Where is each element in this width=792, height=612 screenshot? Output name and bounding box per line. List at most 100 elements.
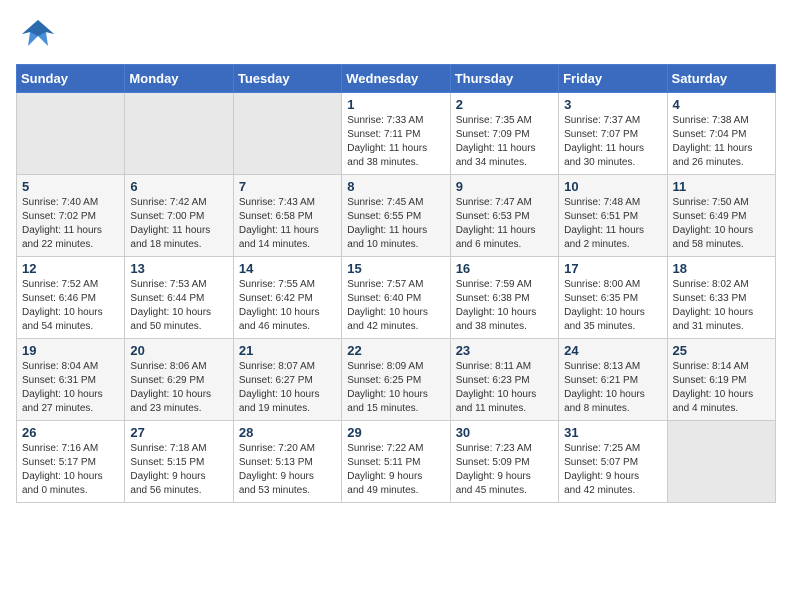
calendar-week-row: 12 Sunrise: 7:52 AM Sunset: 6:46 PM Dayli…	[17, 257, 776, 339]
day-info: Sunrise: 7:33 AM Sunset: 7:11 PM Dayligh…	[347, 114, 444, 170]
day-info: Sunrise: 7:35 AM Sunset: 7:09 PM Dayligh…	[456, 114, 553, 170]
day-info: Sunrise: 8:02 AM Sunset: 6:33 PM Dayligh…	[673, 278, 770, 334]
day-number: 26	[22, 425, 119, 440]
day-number: 29	[347, 425, 444, 440]
day-info: Sunrise: 8:11 AM Sunset: 6:23 PM Dayligh…	[456, 360, 553, 416]
calendar-cell: 26 Sunrise: 7:16 AM Sunset: 5:17 PM Dayli…	[17, 421, 125, 503]
calendar-cell: 19 Sunrise: 8:04 AM Sunset: 6:31 PM Dayli…	[17, 339, 125, 421]
day-of-week-header: Monday	[125, 65, 233, 93]
day-number: 7	[239, 179, 336, 194]
calendar-week-row: 1 Sunrise: 7:33 AM Sunset: 7:11 PM Daylig…	[17, 93, 776, 175]
calendar-cell: 3 Sunrise: 7:37 AM Sunset: 7:07 PM Daylig…	[559, 93, 667, 175]
calendar-cell: 14Sunrise: 7:55 AM Sunset: 6:42 PM Dayli…	[233, 257, 341, 339]
day-number: 12	[22, 261, 119, 276]
day-info: Sunrise: 8:09 AM Sunset: 6:25 PM Dayligh…	[347, 360, 444, 416]
calendar-cell: 1 Sunrise: 7:33 AM Sunset: 7:11 PM Daylig…	[342, 93, 450, 175]
day-of-week-header: Tuesday	[233, 65, 341, 93]
calendar-cell: 5Sunrise: 7:40 AM Sunset: 7:02 PM Daylig…	[17, 175, 125, 257]
day-number: 18	[673, 261, 770, 276]
calendar-cell: 17 Sunrise: 8:00 AM Sunset: 6:35 PM Dayli…	[559, 257, 667, 339]
day-info: Sunrise: 7:18 AM Sunset: 5:15 PM Dayligh…	[130, 442, 227, 498]
calendar-cell: 12 Sunrise: 7:52 AM Sunset: 6:46 PM Dayli…	[17, 257, 125, 339]
day-number: 15	[347, 261, 444, 276]
day-number: 10	[564, 179, 661, 194]
day-info: Sunrise: 8:06 AM Sunset: 6:29 PM Dayligh…	[130, 360, 227, 416]
calendar-cell: 9 Sunrise: 7:47 AM Sunset: 6:53 PM Daylig…	[450, 175, 558, 257]
day-of-week-header: Saturday	[667, 65, 775, 93]
calendar-cell: 29 Sunrise: 7:22 AM Sunset: 5:11 PM Dayli…	[342, 421, 450, 503]
calendar-table: SundayMondayTuesdayWednesdayThursdayFrid…	[16, 64, 776, 503]
day-info: Sunrise: 7:45 AM Sunset: 6:55 PM Dayligh…	[347, 196, 444, 252]
calendar-cell: 18 Sunrise: 8:02 AM Sunset: 6:33 PM Dayli…	[667, 257, 775, 339]
day-number: 27	[130, 425, 227, 440]
calendar-cell: 28 Sunrise: 7:20 AM Sunset: 5:13 PM Dayli…	[233, 421, 341, 503]
logo-icon	[16, 16, 60, 56]
day-info: Sunrise: 7:20 AM Sunset: 5:13 PM Dayligh…	[239, 442, 336, 498]
calendar-week-row: 26 Sunrise: 7:16 AM Sunset: 5:17 PM Dayli…	[17, 421, 776, 503]
day-info: Sunrise: 8:04 AM Sunset: 6:31 PM Dayligh…	[22, 360, 119, 416]
calendar-week-row: 5Sunrise: 7:40 AM Sunset: 7:02 PM Daylig…	[17, 175, 776, 257]
calendar-cell	[17, 93, 125, 175]
day-info: Sunrise: 8:00 AM Sunset: 6:35 PM Dayligh…	[564, 278, 661, 334]
day-number: 24	[564, 343, 661, 358]
calendar-cell: 15 Sunrise: 7:57 AM Sunset: 6:40 PM Dayli…	[342, 257, 450, 339]
page-header	[16, 16, 776, 56]
calendar-cell: 6 Sunrise: 7:42 AM Sunset: 7:00 PM Daylig…	[125, 175, 233, 257]
day-info: Sunrise: 8:13 AM Sunset: 6:21 PM Dayligh…	[564, 360, 661, 416]
day-info: Sunrise: 7:47 AM Sunset: 6:53 PM Dayligh…	[456, 196, 553, 252]
day-number: 19	[22, 343, 119, 358]
day-number: 28	[239, 425, 336, 440]
day-number: 17	[564, 261, 661, 276]
day-number: 4	[673, 97, 770, 112]
day-info: Sunrise: 8:07 AM Sunset: 6:27 PM Dayligh…	[239, 360, 336, 416]
calendar-cell: 16 Sunrise: 7:59 AM Sunset: 6:38 PM Dayli…	[450, 257, 558, 339]
day-number: 5	[22, 179, 119, 194]
day-info: Sunrise: 7:25 AM Sunset: 5:07 PM Dayligh…	[564, 442, 661, 498]
day-number: 30	[456, 425, 553, 440]
calendar-cell: 27 Sunrise: 7:18 AM Sunset: 5:15 PM Dayli…	[125, 421, 233, 503]
day-info: Sunrise: 7:52 AM Sunset: 6:46 PM Dayligh…	[22, 278, 119, 334]
day-number: 21	[239, 343, 336, 358]
day-info: Sunrise: 7:57 AM Sunset: 6:40 PM Dayligh…	[347, 278, 444, 334]
calendar-cell: 20 Sunrise: 8:06 AM Sunset: 6:29 PM Dayli…	[125, 339, 233, 421]
calendar-cell: 23 Sunrise: 8:11 AM Sunset: 6:23 PM Dayli…	[450, 339, 558, 421]
calendar-cell: 7Sunrise: 7:43 AM Sunset: 6:58 PM Daylig…	[233, 175, 341, 257]
day-info: Sunrise: 7:16 AM Sunset: 5:17 PM Dayligh…	[22, 442, 119, 498]
calendar-week-row: 19 Sunrise: 8:04 AM Sunset: 6:31 PM Dayli…	[17, 339, 776, 421]
day-of-week-header: Wednesday	[342, 65, 450, 93]
calendar-cell: 24 Sunrise: 8:13 AM Sunset: 6:21 PM Dayli…	[559, 339, 667, 421]
day-number: 16	[456, 261, 553, 276]
day-info: Sunrise: 7:38 AM Sunset: 7:04 PM Dayligh…	[673, 114, 770, 170]
day-number: 8	[347, 179, 444, 194]
day-number: 11	[673, 179, 770, 194]
day-of-week-header: Sunday	[17, 65, 125, 93]
calendar-cell: 8 Sunrise: 7:45 AM Sunset: 6:55 PM Daylig…	[342, 175, 450, 257]
day-number: 3	[564, 97, 661, 112]
day-number: 20	[130, 343, 227, 358]
calendar-cell: 4 Sunrise: 7:38 AM Sunset: 7:04 PM Daylig…	[667, 93, 775, 175]
logo	[16, 16, 64, 56]
day-number: 1	[347, 97, 444, 112]
calendar-cell: 30 Sunrise: 7:23 AM Sunset: 5:09 PM Dayli…	[450, 421, 558, 503]
calendar-cell: 2 Sunrise: 7:35 AM Sunset: 7:09 PM Daylig…	[450, 93, 558, 175]
calendar-cell: 25 Sunrise: 8:14 AM Sunset: 6:19 PM Dayli…	[667, 339, 775, 421]
day-info: Sunrise: 7:53 AM Sunset: 6:44 PM Dayligh…	[130, 278, 227, 334]
day-number: 25	[673, 343, 770, 358]
day-info: Sunrise: 7:59 AM Sunset: 6:38 PM Dayligh…	[456, 278, 553, 334]
day-info: Sunrise: 8:14 AM Sunset: 6:19 PM Dayligh…	[673, 360, 770, 416]
day-info: Sunrise: 7:42 AM Sunset: 7:00 PM Dayligh…	[130, 196, 227, 252]
day-number: 6	[130, 179, 227, 194]
day-info: Sunrise: 7:37 AM Sunset: 7:07 PM Dayligh…	[564, 114, 661, 170]
calendar-cell: 13 Sunrise: 7:53 AM Sunset: 6:44 PM Dayli…	[125, 257, 233, 339]
day-number: 23	[456, 343, 553, 358]
calendar-cell: 31Sunrise: 7:25 AM Sunset: 5:07 PM Dayli…	[559, 421, 667, 503]
day-number: 13	[130, 261, 227, 276]
day-info: Sunrise: 7:23 AM Sunset: 5:09 PM Dayligh…	[456, 442, 553, 498]
day-info: Sunrise: 7:22 AM Sunset: 5:11 PM Dayligh…	[347, 442, 444, 498]
day-number: 2	[456, 97, 553, 112]
calendar-cell: 11 Sunrise: 7:50 AM Sunset: 6:49 PM Dayli…	[667, 175, 775, 257]
calendar-cell	[667, 421, 775, 503]
day-info: Sunrise: 7:50 AM Sunset: 6:49 PM Dayligh…	[673, 196, 770, 252]
day-of-week-header: Friday	[559, 65, 667, 93]
day-number: 9	[456, 179, 553, 194]
